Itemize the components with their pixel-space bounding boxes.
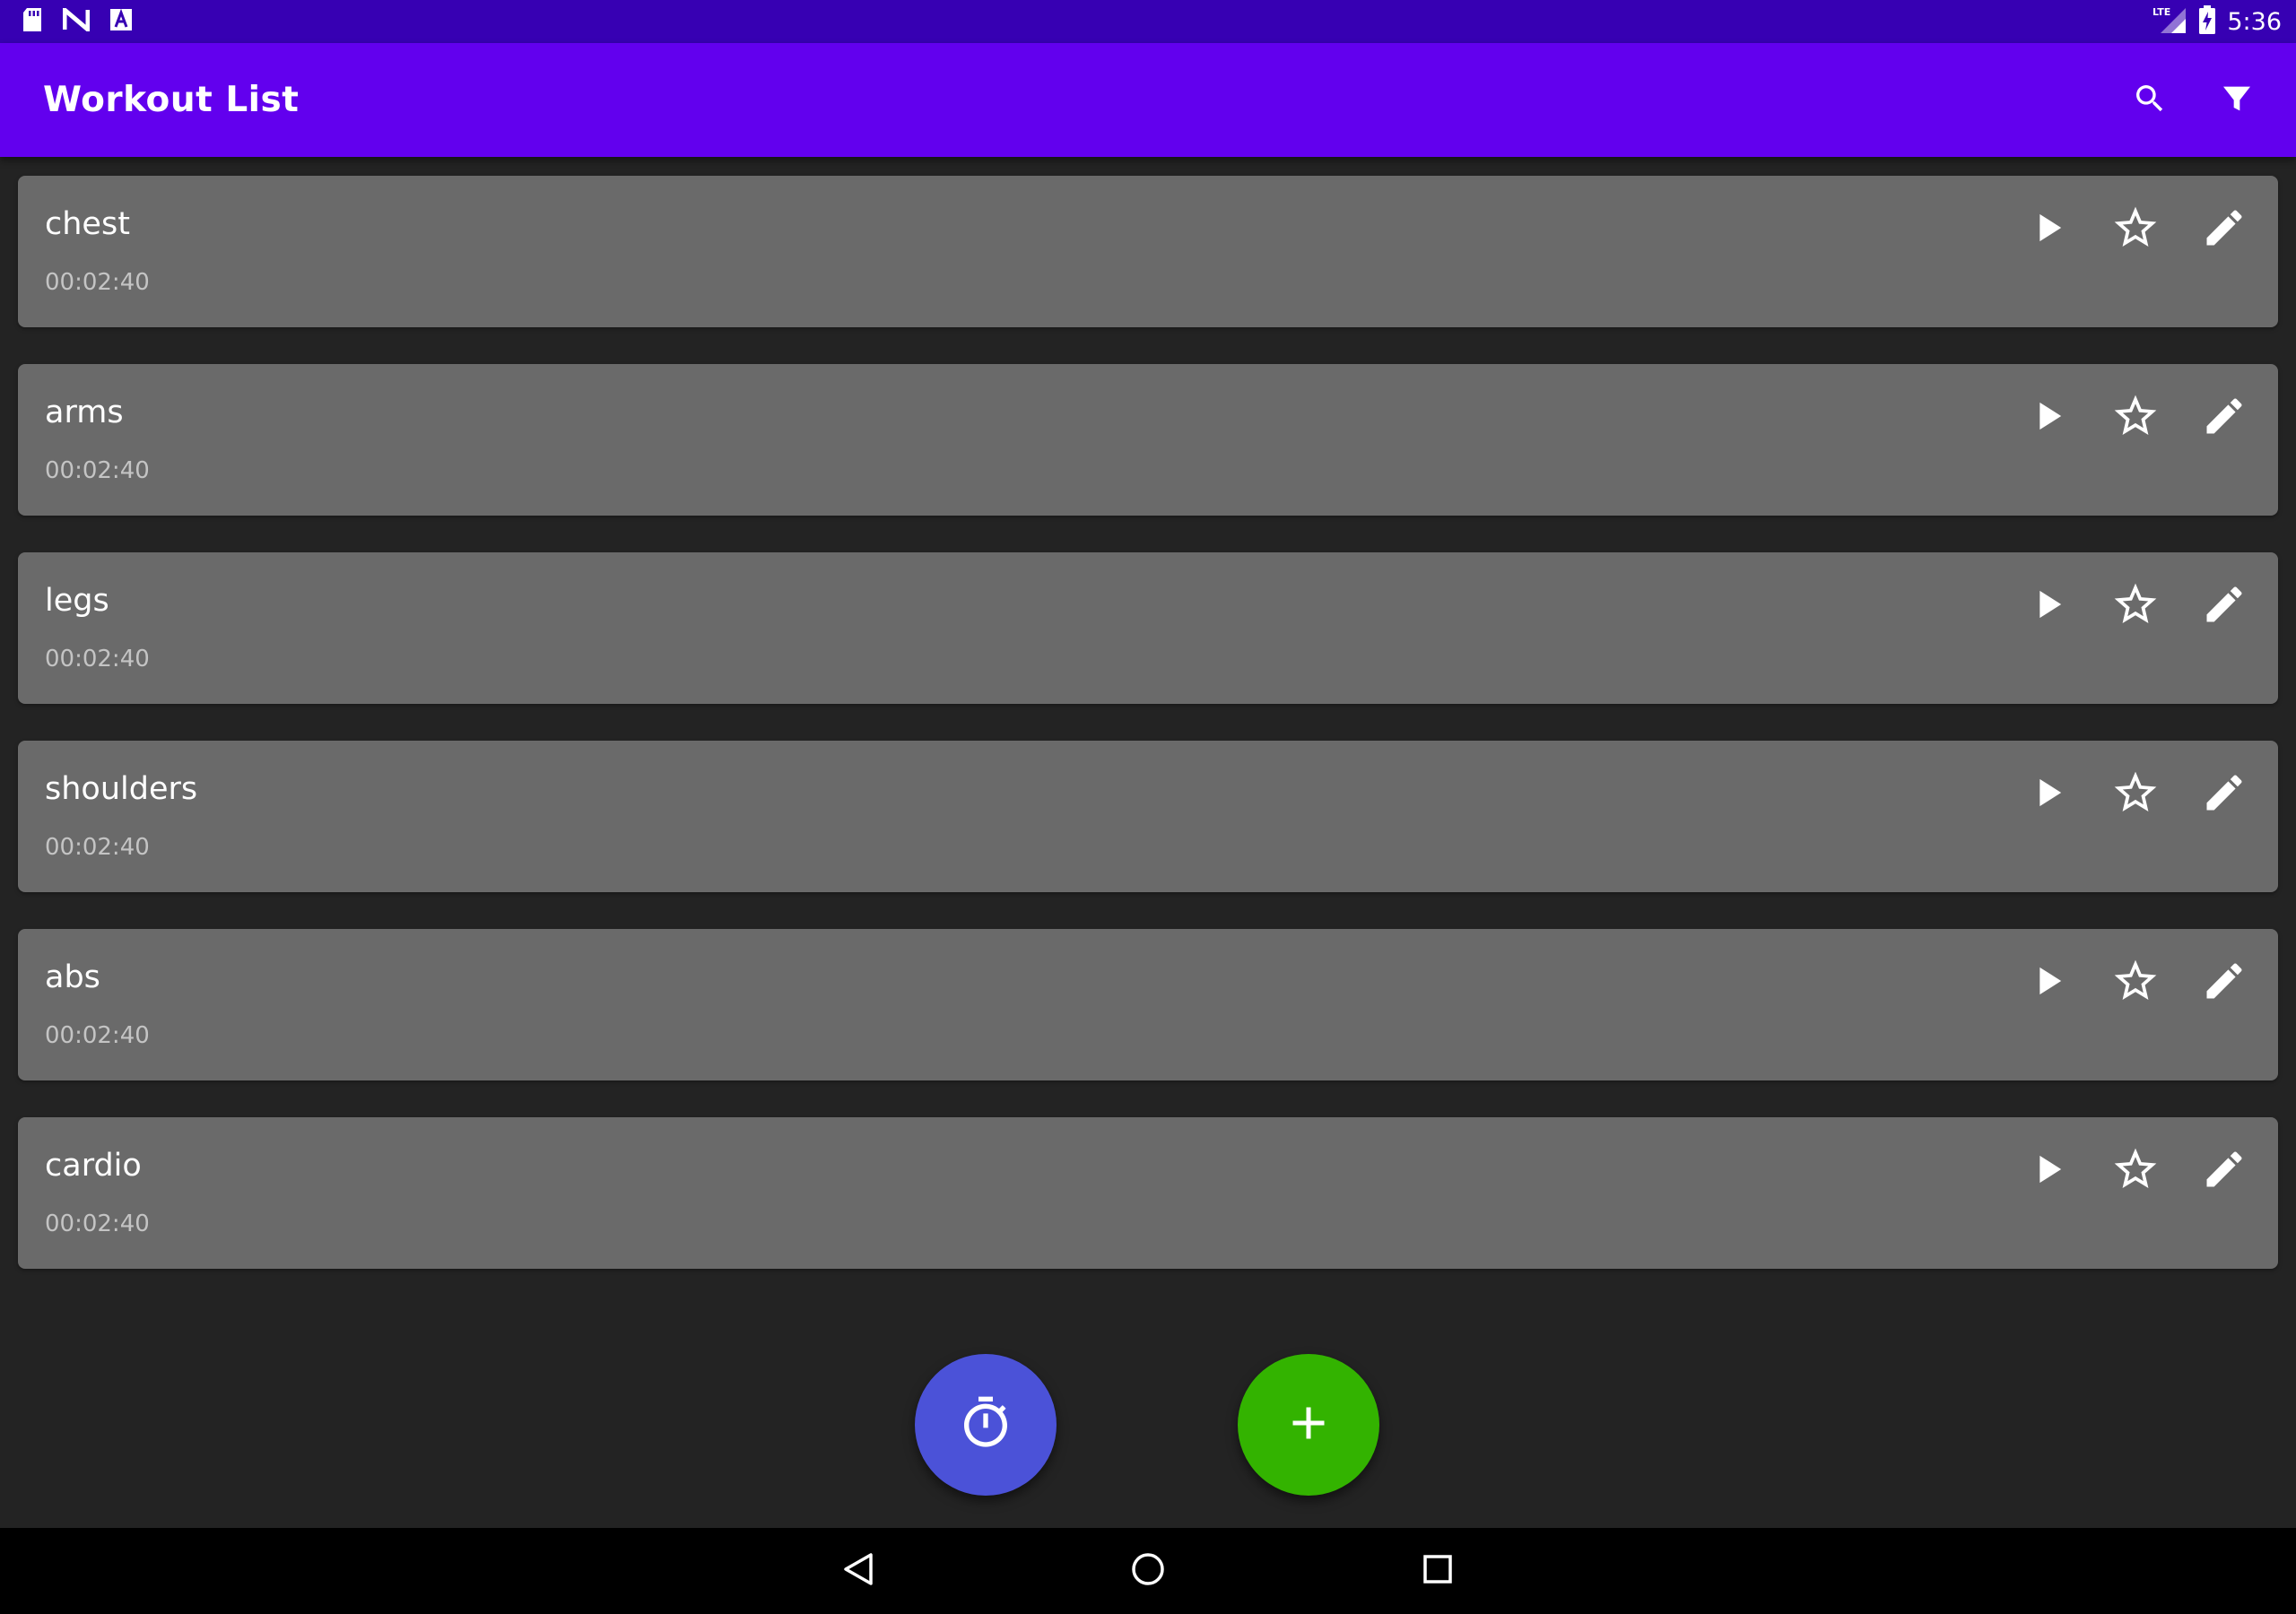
play-icon	[2024, 769, 2071, 820]
play-icon	[2024, 581, 2071, 631]
play-button[interactable]	[2017, 1141, 2078, 1202]
star-outline-icon	[2110, 391, 2161, 445]
play-icon	[2024, 1146, 2071, 1196]
lte-signal-icon: LTE	[2152, 4, 2187, 39]
star-outline-icon	[2110, 203, 2161, 256]
workout-duration: 00:02:40	[45, 1022, 150, 1049]
workout-name: abs	[45, 959, 100, 995]
play-icon	[2024, 204, 2071, 255]
pencil-icon	[2201, 769, 2248, 820]
edit-button[interactable]	[2194, 576, 2255, 637]
home-circle-icon	[1130, 1551, 1166, 1591]
filter-button[interactable]	[2213, 76, 2261, 125]
workout-card[interactable]: shoulders 00:02:40	[18, 741, 2278, 892]
play-button[interactable]	[2017, 952, 2078, 1013]
search-icon	[2132, 81, 2168, 120]
search-button[interactable]	[2126, 76, 2174, 125]
status-bar: LTE 5:36	[0, 0, 2296, 43]
play-icon	[2024, 393, 2071, 443]
favorite-button[interactable]	[2105, 764, 2166, 825]
timer-icon	[957, 1394, 1014, 1455]
pencil-icon	[2201, 393, 2248, 443]
pencil-icon	[2201, 958, 2248, 1008]
timer-fab[interactable]	[915, 1354, 1057, 1496]
star-outline-icon	[2110, 579, 2161, 633]
favorite-button[interactable]	[2105, 952, 2166, 1013]
workout-duration: 00:02:40	[45, 1210, 150, 1237]
pencil-icon	[2201, 581, 2248, 631]
play-icon	[2024, 958, 2071, 1008]
status-time: 5:36	[2227, 7, 2282, 36]
workout-name: chest	[45, 206, 130, 242]
workout-name: shoulders	[45, 771, 198, 807]
workout-list: chest 00:02:40 arms 00:02:40 legs 00:02:…	[18, 176, 2278, 1306]
workout-card[interactable]: chest 00:02:40	[18, 176, 2278, 327]
workout-duration: 00:02:40	[45, 646, 150, 672]
favorite-button[interactable]	[2105, 1141, 2166, 1202]
workout-duration: 00:02:40	[45, 457, 150, 484]
play-button[interactable]	[2017, 387, 2078, 448]
navigation-bar	[0, 1528, 2296, 1614]
favorite-button[interactable]	[2105, 576, 2166, 637]
edit-button[interactable]	[2194, 764, 2255, 825]
sd-card-icon	[22, 7, 43, 36]
page-title: Workout List	[43, 80, 300, 120]
status-system-icons: LTE 5:36	[2152, 4, 2282, 39]
play-button[interactable]	[2017, 199, 2078, 260]
status-notification-icons	[22, 4, 133, 36]
play-button[interactable]	[2017, 764, 2078, 825]
workout-card[interactable]: arms 00:02:40	[18, 364, 2278, 516]
svg-text:LTE: LTE	[2152, 6, 2170, 18]
add-workout-fab[interactable]	[1238, 1354, 1379, 1496]
workout-duration: 00:02:40	[45, 269, 150, 296]
edit-button[interactable]	[2194, 199, 2255, 260]
home-button[interactable]	[1121, 1544, 1175, 1598]
favorite-button[interactable]	[2105, 387, 2166, 448]
workout-duration: 00:02:40	[45, 834, 150, 861]
battery-charging-icon	[2198, 5, 2216, 38]
workout-name: legs	[45, 583, 109, 619]
star-outline-icon	[2110, 956, 2161, 1010]
plus-icon	[1282, 1396, 1335, 1453]
back-button[interactable]	[831, 1544, 885, 1598]
n-notification-icon	[62, 4, 91, 35]
recents-square-icon	[1422, 1553, 1454, 1589]
a-notification-icon	[109, 8, 133, 35]
workout-card[interactable]: abs 00:02:40	[18, 929, 2278, 1080]
back-triangle-icon	[840, 1551, 876, 1591]
star-outline-icon	[2110, 768, 2161, 821]
workout-name: cardio	[45, 1148, 142, 1184]
edit-button[interactable]	[2194, 387, 2255, 448]
workout-card[interactable]: legs 00:02:40	[18, 552, 2278, 704]
workout-card[interactable]: cardio 00:02:40	[18, 1117, 2278, 1269]
workout-name: arms	[45, 395, 124, 430]
favorite-button[interactable]	[2105, 199, 2166, 260]
play-button[interactable]	[2017, 576, 2078, 637]
pencil-icon	[2201, 204, 2248, 255]
filter-icon	[2219, 81, 2255, 120]
recents-button[interactable]	[1411, 1544, 1465, 1598]
edit-button[interactable]	[2194, 1141, 2255, 1202]
pencil-icon	[2201, 1146, 2248, 1196]
star-outline-icon	[2110, 1144, 2161, 1198]
edit-button[interactable]	[2194, 952, 2255, 1013]
app-bar: Workout List	[0, 43, 2296, 157]
